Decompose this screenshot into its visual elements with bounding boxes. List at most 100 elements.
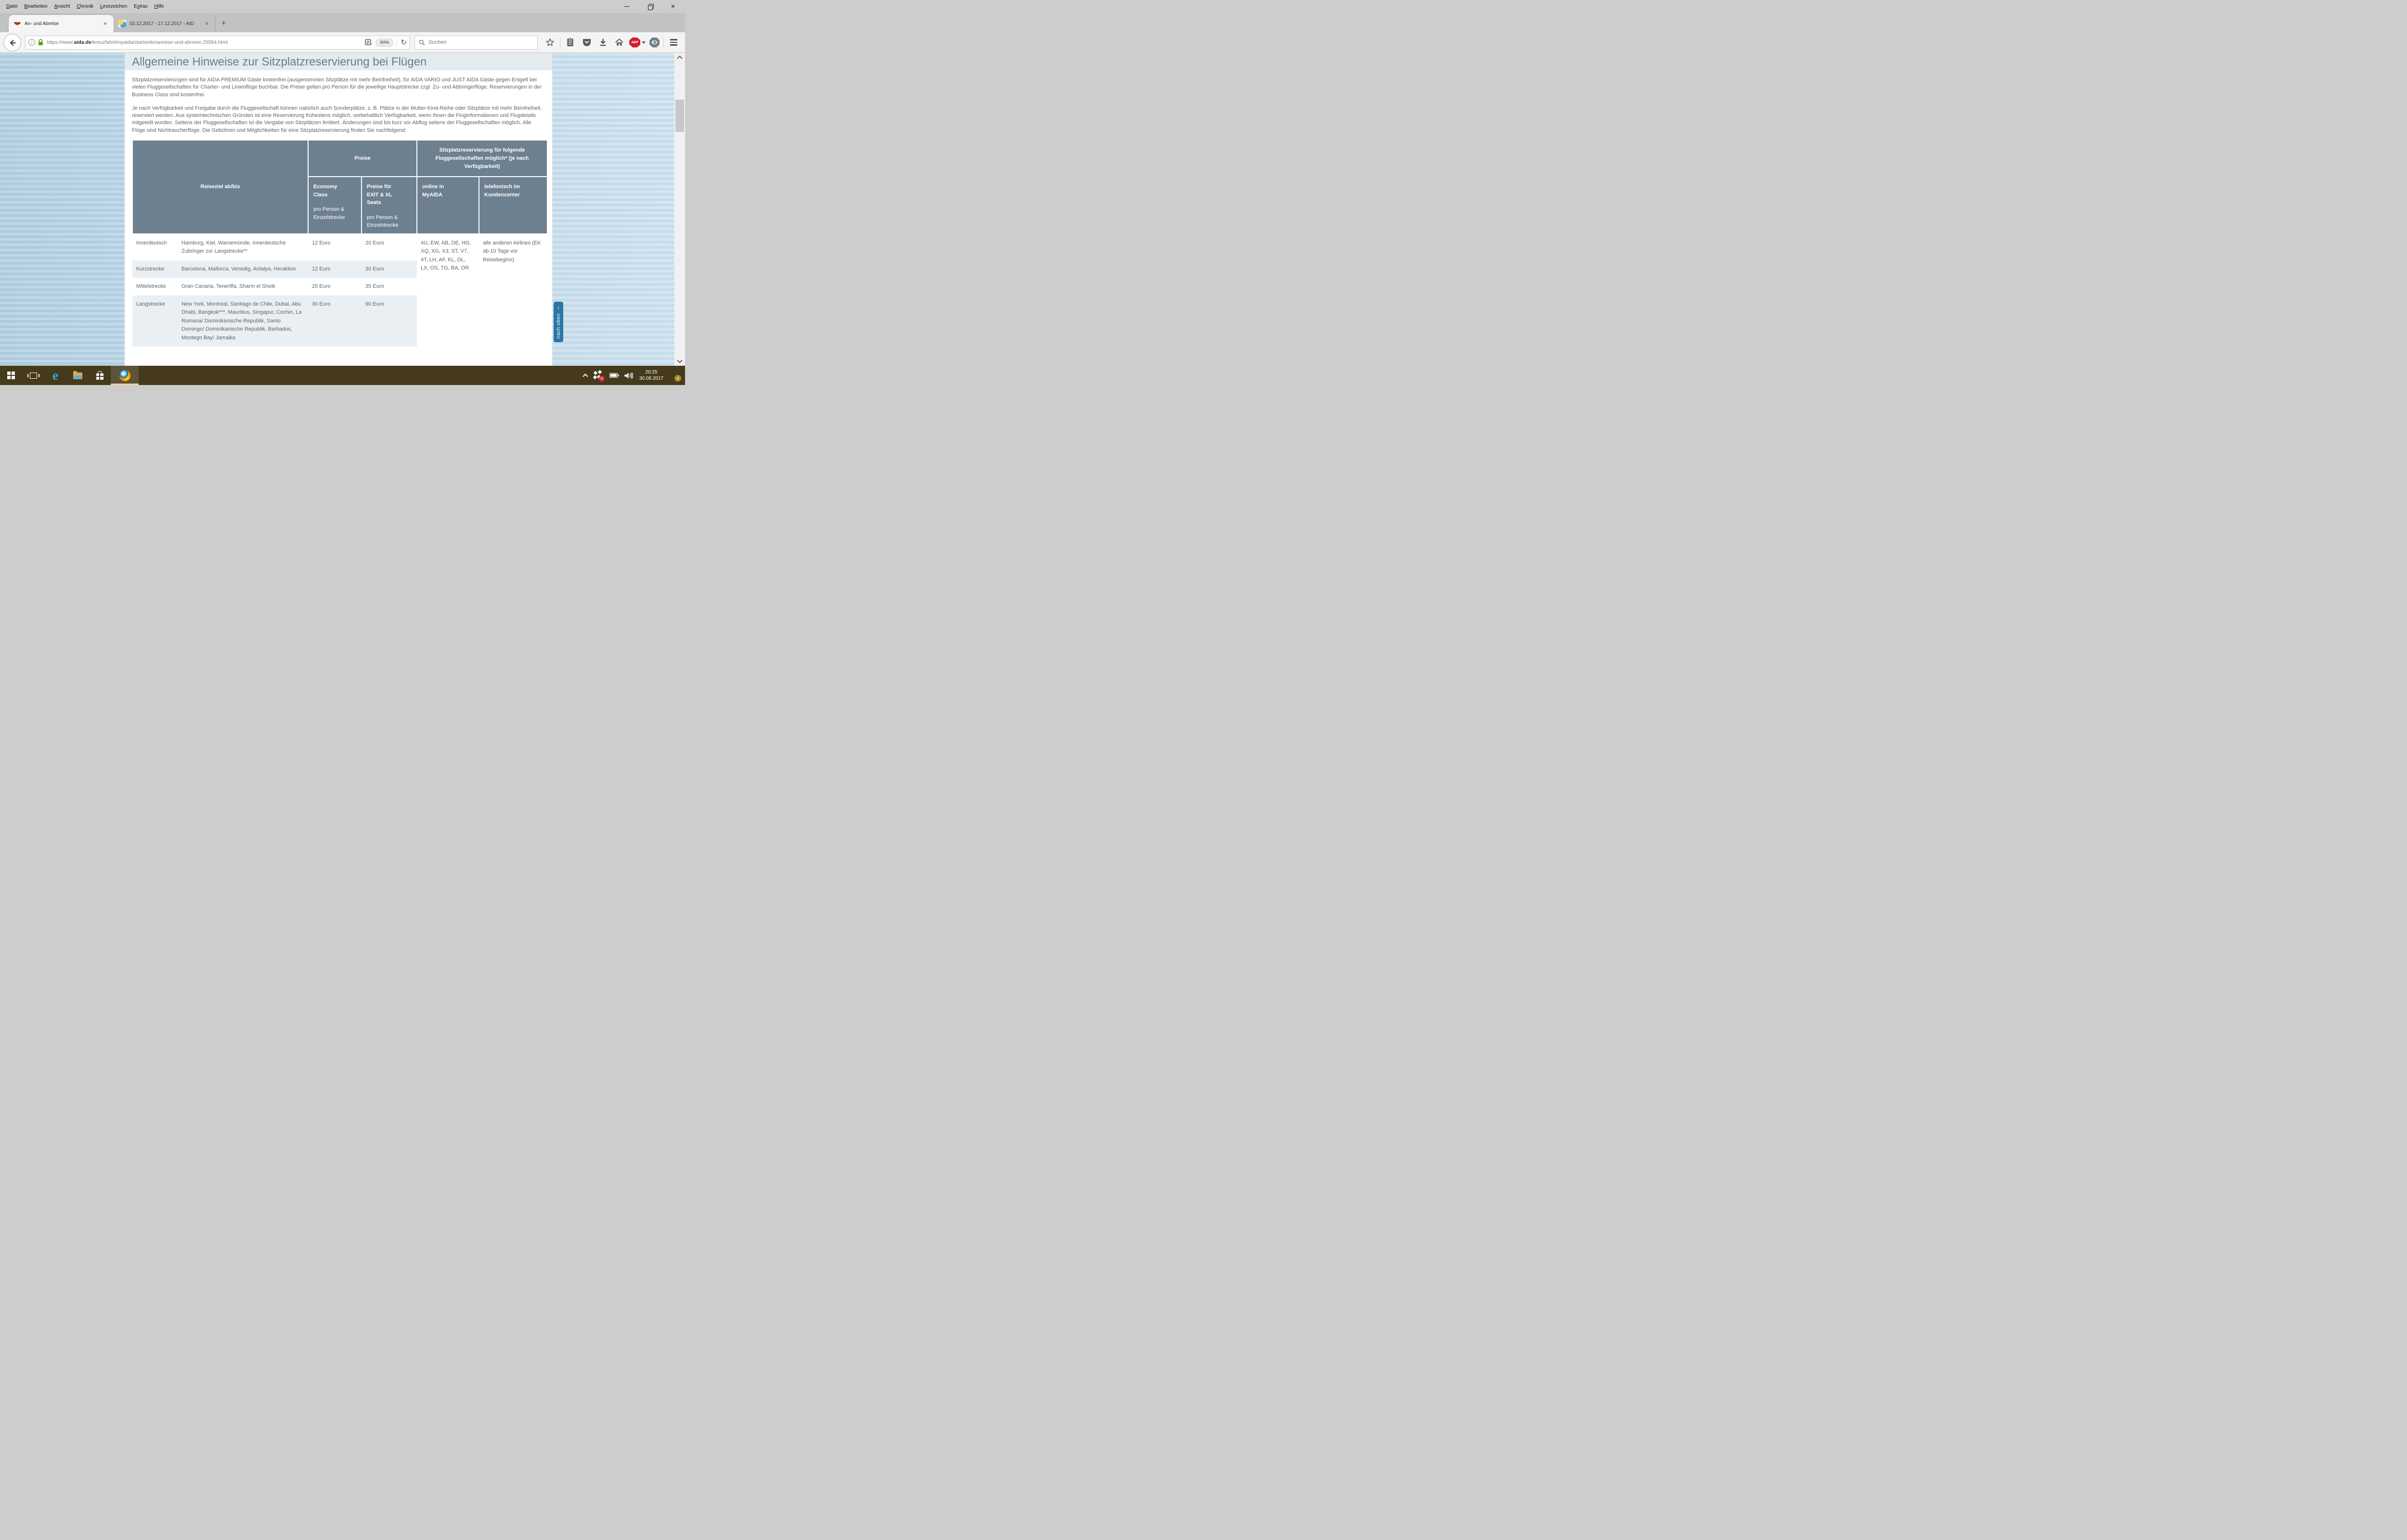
taskbar-clock[interactable]: 20:25 30.08.2017 <box>639 369 663 382</box>
ghostery-icon[interactable] <box>649 38 660 48</box>
file-explorer-button[interactable] <box>66 366 89 385</box>
tray-status-error-icon[interactable]: × <box>594 371 603 380</box>
back-to-top-button[interactable]: ↑ nach oben <box>554 302 563 342</box>
menu-hilfe[interactable]: Hilfe <box>151 2 168 11</box>
toolbar-icons: ABP <box>544 36 680 49</box>
back-arrow-icon <box>8 38 17 48</box>
browser-window: Datei Bearbeiten Ansicht Chronik Lesezei… <box>0 0 685 385</box>
page-viewport: Allgemeine Hinweise zur Sitzplatzreservi… <box>0 53 685 366</box>
minimize-button[interactable] <box>621 2 632 11</box>
tab-bar: An- und Abreise × 03.12.2017 - 17.12.201… <box>0 13 685 32</box>
tab-close-icon[interactable]: × <box>203 19 210 28</box>
error-badge: × <box>599 376 605 382</box>
task-view-button[interactable] <box>22 366 44 385</box>
weather-favicon <box>118 20 126 27</box>
search-icon <box>419 39 425 46</box>
airlines-online-cell: 4U, EW, AB, DE, HG, XQ, XG, X3, ST, V7, … <box>417 234 479 347</box>
notification-count-badge: 4 <box>674 375 681 382</box>
https-lock-icon <box>38 39 43 46</box>
menu-ansicht[interactable]: Ansicht <box>51 2 74 11</box>
tab-itinerary[interactable]: 03.12.2017 - 17.12.2017 - AID × <box>114 15 216 32</box>
menu-extras[interactable]: Extras <box>130 2 151 11</box>
adblock-plus-button[interactable]: ABP <box>629 38 646 48</box>
bookmarks-sidebar-icon[interactable] <box>564 36 577 49</box>
windows-logo-icon <box>7 372 15 379</box>
header-preise: Preise <box>308 140 417 177</box>
reader-mode-icon[interactable] <box>365 39 373 46</box>
menu-datei[interactable]: Datei <box>3 2 21 11</box>
table-row-innerdeutsch: Innerdeutsch Hamburg, Kiel, Warnemünde, … <box>132 234 547 260</box>
content-column: Allgemeine Hinweise zur Sitzplatzreservi… <box>125 53 552 366</box>
url-bar[interactable]: i https://www.aida.de/kreuzfahrt/myaida/… <box>25 36 410 50</box>
adblock-plus-icon: ABP <box>629 38 640 48</box>
tab-an-und-abreise[interactable]: An- und Abreise × <box>9 15 114 32</box>
menu-lesezeichen[interactable]: Lesezeichen <box>97 2 130 11</box>
subheader-exit-xl: Preise für EXIT & XL Seatspro Person & E… <box>362 177 417 234</box>
folder-icon <box>73 372 82 379</box>
task-view-icon <box>30 372 37 379</box>
aida-lips-favicon <box>13 20 21 27</box>
scrollbar-thumb[interactable] <box>675 100 684 132</box>
restore-button[interactable] <box>645 2 655 11</box>
scroll-down-icon[interactable] <box>677 358 682 363</box>
zoom-level-indicator[interactable]: 90% <box>375 38 393 47</box>
header-sitzplatzreservierung: Sitzplatzreservierung für folgende Flugg… <box>417 140 547 177</box>
menu-chronik[interactable]: Chronik <box>74 2 97 11</box>
system-tray: × 20:25 30.08.2017 4 <box>583 366 685 385</box>
row-exit-xl-price: 90 Euro <box>362 295 417 347</box>
start-button[interactable] <box>0 366 22 385</box>
store-button[interactable] <box>89 366 111 385</box>
firefox-icon <box>119 370 130 381</box>
header-reiseziel: Reiseziel ab/bis <box>132 140 308 234</box>
action-center-button[interactable]: 4 <box>670 371 680 380</box>
subheader-online-myaida: online in MyAIDA <box>417 177 479 234</box>
window-controls: × <box>621 0 682 13</box>
page-title: Allgemeine Hinweise zur Sitzplatzreservi… <box>132 54 427 70</box>
battery-icon[interactable] <box>609 373 618 378</box>
bookmark-star-icon[interactable] <box>544 36 556 49</box>
navigation-toolbar: i https://www.aida.de/kreuzfahrt/myaida/… <box>0 32 685 53</box>
edge-icon: e <box>52 369 58 382</box>
tab-title: An- und Abreise <box>25 21 102 26</box>
new-tab-button[interactable]: + <box>216 15 232 32</box>
site-info-icon[interactable]: i <box>28 39 35 46</box>
seat-reservation-table: Reiseziel ab/bis Preise Sitzplatzreservi… <box>132 140 548 346</box>
menu-bearbeiten[interactable]: Bearbeiten <box>21 2 51 11</box>
close-button[interactable]: × <box>668 2 678 11</box>
row-category: Kurzstrecke <box>132 260 178 278</box>
menu-bar: Datei Bearbeiten Ansicht Chronik Lesezei… <box>0 0 685 13</box>
scroll-up-icon[interactable] <box>677 55 682 61</box>
row-category: Langstrecke <box>132 295 178 347</box>
tray-expand-icon[interactable] <box>582 373 588 379</box>
arrow-up-icon: ↑ <box>557 305 560 311</box>
intro-paragraph-2: Je nach Verfügbarkeit und Freigabe durch… <box>132 105 545 134</box>
firefox-taskbar-button[interactable] <box>111 366 139 385</box>
pocket-icon[interactable] <box>581 36 593 49</box>
chevron-down-icon <box>642 41 646 44</box>
search-placeholder: Suchen <box>428 39 446 45</box>
heading-band: Allgemeine Hinweise zur Sitzplatzreservi… <box>125 53 552 70</box>
store-bag-icon <box>96 373 104 380</box>
download-icon[interactable] <box>597 36 609 49</box>
row-economy-price: 12 Euro <box>308 260 362 278</box>
tab-close-icon[interactable]: × <box>102 19 109 28</box>
menu-hamburger-icon[interactable] <box>668 36 680 49</box>
airlines-phone-cell: alle anderen Airlines (EK ab 10 Tage vor… <box>479 234 547 347</box>
intro-paragraph-1: Sitzplatzreservierungen sind für AIDA PR… <box>132 77 545 99</box>
search-bar[interactable]: Suchen <box>414 36 538 50</box>
clock-date: 30.08.2017 <box>639 375 663 382</box>
row-economy-price: 30 Euro <box>308 295 362 347</box>
row-exit-xl-price: 30 Euro <box>362 260 417 278</box>
row-economy-price: 12 Euro <box>308 234 362 260</box>
back-button[interactable] <box>3 34 21 51</box>
row-destinations: New York, Montreal, Santiago de Chile, D… <box>178 295 308 347</box>
volume-icon[interactable] <box>624 372 633 379</box>
home-icon[interactable] <box>613 36 625 49</box>
toolbar-separator <box>663 37 664 48</box>
subheader-kundencenter: telefonisch im Kundencenter <box>479 177 547 234</box>
row-category: Innerdeutsch <box>132 234 178 260</box>
row-destinations: Gran Canaria, Teneriffa, Sharm el Sheik <box>178 278 308 295</box>
edge-taskbar-button[interactable]: e <box>44 366 66 385</box>
vertical-scrollbar[interactable] <box>674 53 685 366</box>
reload-icon[interactable]: ↻ <box>401 39 407 46</box>
